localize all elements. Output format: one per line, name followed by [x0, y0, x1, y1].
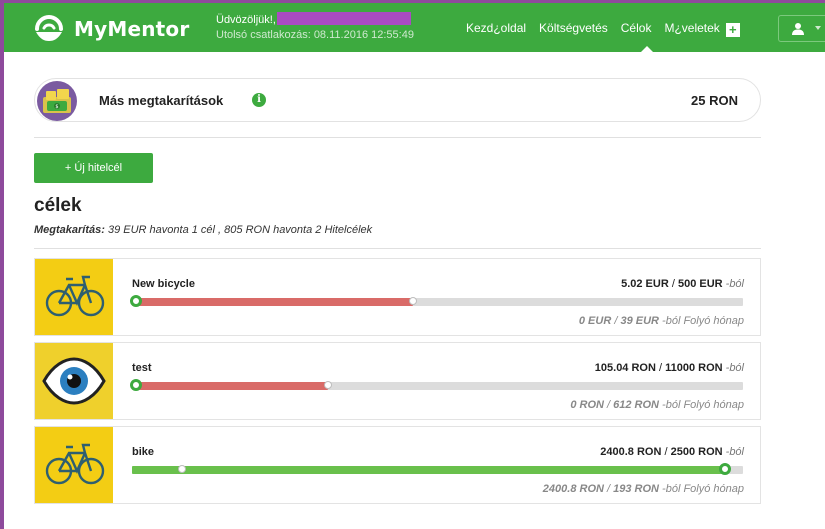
- user-icon: [792, 23, 804, 35]
- user-menu-button[interactable]: [778, 15, 825, 42]
- goal-monthly-text: 2400.8 RON / 193 RON -ból Folyó hónap: [542, 483, 744, 495]
- goal-monthly-suffix: -ból Folyó hónap: [662, 483, 744, 495]
- goal-target: 500 EUR: [677, 278, 723, 290]
- add-transaction-icon[interactable]: +: [725, 23, 740, 37]
- goal-card[interactable]: bike 2400.8 RON / 2500 RON -ból 2400.8 R…: [34, 426, 761, 504]
- new-credit-goal-button[interactable]: + Új hitelcél: [34, 153, 153, 183]
- chevron-down-icon: [815, 26, 821, 30]
- divider: [34, 248, 761, 249]
- goal-target: 11000 RON: [665, 362, 723, 374]
- money-bag-icon: $: [37, 81, 77, 121]
- window-frame-left: [0, 0, 4, 529]
- goal-progress-fill: [132, 466, 725, 474]
- goal-suffix: -ból: [725, 446, 744, 458]
- goal-progress-text: 105.04 RON / 11000 RON -ból: [594, 362, 744, 374]
- savings-label: Más megtakarítások: [99, 93, 224, 108]
- bicycle-icon: [35, 427, 113, 503]
- goal-monthly-target: 193 RON: [613, 483, 659, 495]
- bicycle-icon: [35, 259, 113, 335]
- logo-icon: [34, 14, 64, 43]
- eye-icon: [35, 343, 113, 419]
- goal-progress-text: 2400.8 RON / 2500 RON -ból: [600, 446, 744, 458]
- goal-monthly-current: 0 EUR: [578, 315, 612, 327]
- app-name: MyMentor: [74, 17, 190, 41]
- last-login-text: Utolsó csatlakozás: 08.11.2016 12:55:49: [216, 29, 414, 41]
- summary-text: 39 EUR havonta 1 cél , 805 RON havonta 2…: [107, 224, 373, 236]
- active-nav-indicator: [640, 46, 654, 53]
- goal-progress-bar: [130, 295, 743, 307]
- progress-end-marker: [718, 463, 731, 475]
- welcome-block: Üdvözöljük!, Utolsó csatlakozás: 08.11.2…: [216, 12, 414, 43]
- top-navbar: MyMentor Üdvözöljük!, Utolsó csatlakozás…: [4, 3, 825, 53]
- progress-start-marker: [130, 295, 142, 307]
- goal-progress-bar: [130, 379, 743, 391]
- nav-budget[interactable]: Költségvetés: [539, 21, 608, 37]
- goal-monthly-text: 0 RON / 612 RON -ból Folyó hónap: [570, 399, 744, 411]
- logo[interactable]: MyMentor: [34, 14, 190, 43]
- summary-label: Megtakarítás:: [34, 224, 105, 236]
- svg-text:$: $: [55, 104, 58, 110]
- nav-transactions[interactable]: M¿veletek +: [664, 21, 740, 37]
- goals-heading: célek: [34, 195, 82, 216]
- goal-monthly-target: 612 RON: [613, 399, 659, 411]
- main-nav: Kezd¿oldal Költségvetés Célok M¿veletek +: [466, 21, 753, 37]
- goal-monthly-current: 0 RON: [570, 399, 604, 411]
- redacted-username: [276, 12, 411, 25]
- progress-end-marker: [409, 297, 418, 305]
- info-icon[interactable]: i: [252, 93, 266, 107]
- welcome-text: Üdvözöljük!,: [216, 14, 276, 26]
- goal-card[interactable]: test 105.04 RON / 11000 RON -ból 0 RON /…: [34, 342, 761, 420]
- nav-transactions-label: M¿veletek: [664, 21, 720, 35]
- goal-card[interactable]: New bicycle 5.02 EUR / 500 EUR -ból 0 EU…: [34, 258, 761, 336]
- goal-name: test: [132, 362, 152, 374]
- savings-summary: Megtakarítás: 39 EUR havonta 1 cél , 805…: [34, 224, 372, 236]
- goal-suffix: -ból: [725, 278, 744, 290]
- goal-monthly-current: 2400.8 RON: [542, 483, 604, 495]
- nav-home[interactable]: Kezd¿oldal: [466, 21, 526, 37]
- goal-current: 2400.8 RON: [600, 446, 662, 458]
- goal-monthly-suffix: -ból Folyó hónap: [662, 315, 744, 327]
- goal-name: bike: [132, 446, 155, 458]
- goal-progress-fill: [132, 298, 414, 306]
- nav-goals[interactable]: Célok: [621, 21, 652, 37]
- goal-progress-fill: [132, 382, 328, 390]
- goal-progress-bar: [132, 463, 743, 475]
- goal-monthly-text: 0 EUR / 39 EUR -ból Folyó hónap: [578, 315, 744, 327]
- goal-name: New bicycle: [132, 278, 195, 290]
- goal-current: 105.04 RON: [594, 362, 656, 374]
- divider: [34, 137, 761, 138]
- goal-monthly-suffix: -ból Folyó hónap: [662, 399, 744, 411]
- goal-suffix: -ból: [725, 362, 744, 374]
- progress-start-marker: [130, 379, 142, 391]
- goal-progress-text: 5.02 EUR / 500 EUR -ból: [621, 278, 744, 290]
- other-savings-card[interactable]: $ Más megtakarítások i 25 RON: [34, 78, 761, 122]
- goal-monthly-target: 39 EUR: [620, 315, 659, 327]
- savings-amount: 25 RON: [691, 93, 738, 108]
- progress-start-marker: [177, 465, 186, 473]
- goal-current: 5.02 EUR: [621, 278, 669, 290]
- goal-target: 2500 RON: [670, 446, 723, 458]
- progress-end-marker: [323, 381, 332, 389]
